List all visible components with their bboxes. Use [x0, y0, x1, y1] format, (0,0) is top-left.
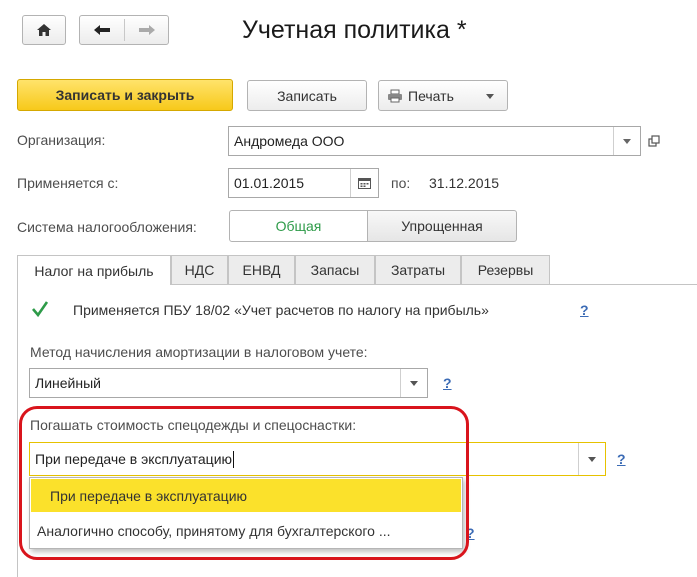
- tab-envd[interactable]: ЕНВД: [228, 255, 295, 284]
- amort-dropdown[interactable]: [400, 369, 427, 397]
- applies-to-value: 31.12.2015: [429, 175, 500, 191]
- amort-value: Линейный: [35, 375, 101, 391]
- save-and-close-button[interactable]: Записать и закрыть: [17, 79, 233, 111]
- print-label: Печать: [408, 87, 454, 104]
- organization-field[interactable]: Андромеда ООО: [228, 126, 641, 156]
- tax-system-general[interactable]: Общая: [229, 210, 368, 242]
- arrow-left-icon: [93, 25, 110, 35]
- tab-costs[interactable]: Затраты: [375, 255, 461, 284]
- organization-value: Андромеда ООО: [234, 133, 345, 149]
- tab-strip-line: [171, 284, 697, 285]
- chevron-down-icon: [410, 380, 418, 386]
- chevron-down-icon: [623, 138, 631, 144]
- amort-label: Метод начисления амортизации в налоговом…: [30, 344, 368, 360]
- help-link[interactable]: ?: [443, 375, 452, 391]
- tax-system-label: Система налогообложения:: [17, 219, 197, 235]
- applies-from-value: 01.01.2015: [234, 175, 305, 191]
- forward-button[interactable]: [125, 15, 169, 45]
- pbu-checkbox-label: Применяется ПБУ 18/02 «Учет расчетов по …: [73, 302, 489, 318]
- chevron-down-icon: [588, 456, 596, 462]
- help-link[interactable]: ?: [580, 302, 589, 318]
- calendar-icon: [358, 177, 371, 189]
- organization-dropdown[interactable]: [613, 127, 640, 155]
- applies-to-label: по:: [391, 175, 411, 191]
- tab-profit-tax[interactable]: Налог на прибыль: [17, 255, 171, 285]
- tab-reserves[interactable]: Резервы: [461, 255, 550, 284]
- home-button[interactable]: [22, 15, 66, 45]
- calendar-button[interactable]: [350, 169, 378, 197]
- back-button[interactable]: [79, 15, 124, 45]
- tax-system-simplified[interactable]: Упрощенная: [367, 210, 517, 242]
- applies-from-field[interactable]: 01.01.2015: [228, 168, 379, 198]
- annotation-highlight: [19, 406, 469, 560]
- amort-field[interactable]: Линейный: [29, 368, 428, 398]
- printer-icon: [388, 89, 402, 102]
- tab-vat[interactable]: НДС: [171, 255, 228, 284]
- tab-panel-border: [17, 284, 18, 577]
- open-window-icon: [648, 135, 660, 147]
- home-icon: [37, 24, 51, 36]
- applies-from-label: Применяется с:: [17, 175, 119, 191]
- chevron-down-icon: [486, 94, 494, 99]
- arrow-right-icon: [139, 25, 155, 35]
- print-button[interactable]: Печать: [378, 80, 508, 111]
- organization-label: Организация:: [17, 132, 106, 148]
- checkmark-icon: [32, 301, 49, 318]
- workwear-dropdown[interactable]: [578, 443, 605, 475]
- tab-inventory[interactable]: Запасы: [295, 255, 375, 284]
- page-title: Учетная политика *: [242, 16, 467, 44]
- help-link[interactable]: ?: [617, 451, 626, 467]
- open-organization-button[interactable]: [643, 130, 665, 152]
- save-button[interactable]: Записать: [247, 80, 367, 111]
- pbu-checkbox[interactable]: [31, 300, 49, 318]
